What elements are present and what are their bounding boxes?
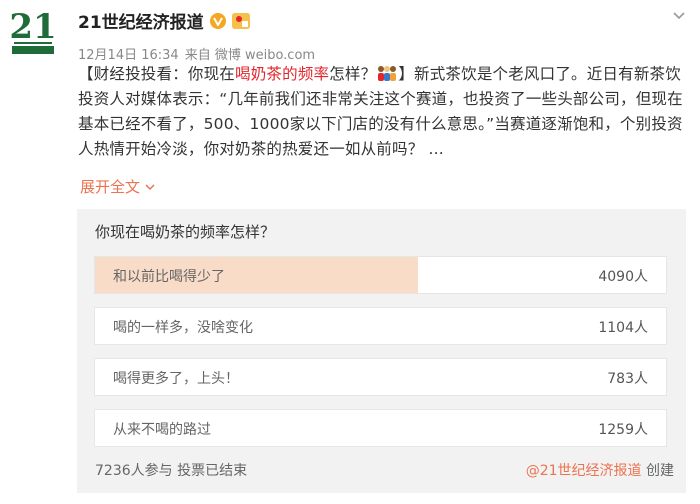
poll-creator-link[interactable]: @21世纪经济报道 — [526, 463, 642, 479]
post-highlight: 喝奶茶的频率 — [235, 65, 330, 83]
poll-option-label: 喝得更多了，上头！ — [113, 371, 239, 387]
account-name[interactable]: 21世纪经济报道 — [78, 8, 204, 33]
poll-option-label: 和以前比喝得少了 — [113, 269, 225, 285]
poll-creator-suffix: 创建 — [646, 463, 674, 479]
poll-option-count: 783人 — [607, 371, 648, 387]
avatar[interactable]: 21 — [4, 2, 62, 62]
post-time[interactable]: 12月14日 16:34 — [78, 44, 179, 63]
verified-badge-icon — [209, 12, 226, 29]
poll-option-count: 1104人 — [598, 320, 648, 336]
poll-option[interactable]: 从来不喝的路过 1259人 — [94, 409, 667, 447]
poll-option-label: 从来不喝的路过 — [113, 422, 211, 438]
poll-card: 你现在喝奶茶的频率怎样？ 和以前比喝得少了 4090人 喝的一样多，没啥变化 1… — [77, 209, 686, 493]
poll-question: 你现在喝奶茶的频率怎样？ — [95, 223, 276, 241]
poll-option[interactable]: 喝的一样多，没啥变化 1104人 — [94, 307, 667, 345]
chevron-down-icon[interactable] — [670, 6, 688, 24]
post-text: 【财经投投看：你现在喝奶茶的频率怎样？ 】新式茶饮是个老风口了。近日有新茶饮投资人… — [78, 62, 692, 162]
post-meta: 12月14日 16:34 来自 微博 weibo.com — [78, 44, 315, 63]
post-text-part: 【财经投投看：你现在 — [78, 65, 236, 83]
account-header: 21世纪经济报道 — [78, 8, 250, 33]
expand-label: 展开全文 — [80, 178, 141, 196]
poll-option-count: 4090人 — [598, 269, 648, 285]
chevron-down-icon — [145, 183, 155, 190]
poll-option[interactable]: 喝得更多了，上头！ 783人 — [94, 358, 667, 396]
poll-summary: 7236人参与 投票已结束 — [95, 463, 248, 479]
poll-option-label: 喝的一样多，没啥变化 — [113, 320, 253, 336]
post-text-part: 怎样？ — [329, 65, 377, 83]
poll-creator: @21世纪经济报道 创建 — [526, 460, 674, 480]
people-emoji-icon — [376, 64, 398, 81]
expand-full-text-link[interactable]: 展开全文 — [80, 176, 156, 197]
post-source: 来自 微博 weibo.com — [184, 48, 316, 63]
avatar-logo-text: 21 — [9, 7, 56, 47]
poll-option[interactable]: 和以前比喝得少了 4090人 — [94, 256, 667, 294]
fan-tag-icon[interactable] — [231, 12, 250, 29]
poll-option-count: 1259人 — [598, 422, 648, 438]
